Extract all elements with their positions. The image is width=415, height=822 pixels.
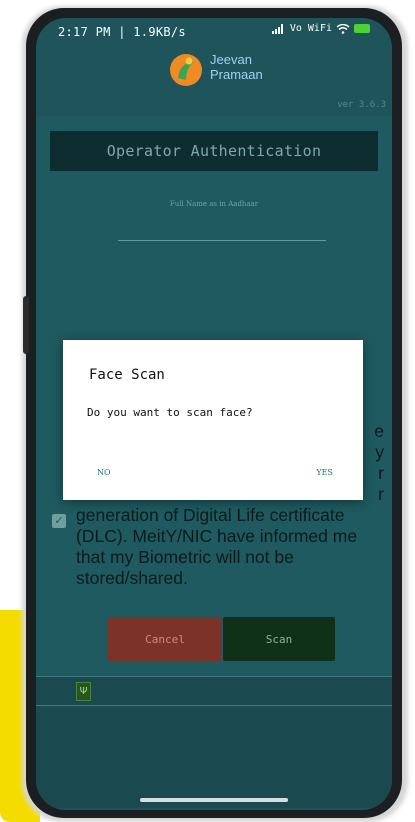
full-name-input[interactable] [118,240,326,241]
logo-line-1: Jeevan [210,52,252,67]
status-signal-text: Vo WiFi [289,23,332,34]
logo-line-2: Pramaan [210,67,263,82]
consent-line: generation of Digital Life certificate [76,505,345,525]
consent-line: that my Biometric will not be [76,547,294,567]
dialog-message: Do you want to scan face? [87,406,253,419]
full-name-label: Full Name as in Aadhaar [169,200,259,208]
face-scan-dialog: Face Scan Do you want to scan face? NO Y… [63,340,363,500]
signal-bars-icon [271,23,283,34]
dialog-title: Face Scan [89,367,165,383]
status-bar: 2:17 PM | 1.9KB/s Vo WiFi [36,18,392,46]
usb-icon: Ψ [76,682,91,701]
no-button[interactable]: NO [97,468,111,477]
divider [36,705,392,706]
status-left: 2:17 PM | 1.9KB/s [58,25,186,39]
status-right: Vo WiFi [271,23,370,34]
divider [36,676,392,677]
status-time: 2:17 PM [58,25,111,39]
logo-mark-icon [170,54,202,86]
status-data-speed: 1.9KB/s [133,25,186,39]
status-separator: | [118,25,126,39]
cancel-button[interactable]: Cancel [108,617,222,661]
wifi-icon [336,23,350,34]
phone-side-button [23,296,29,354]
consent-line: (DLC). MeitY/NIC have informed me [76,526,358,546]
battery-charging-icon [354,24,370,33]
app-logo: Jeevan Pramaan [168,50,288,90]
page-title: Operator Authentication [50,131,378,171]
consent-line: stored/shared. [76,568,188,588]
yes-button[interactable]: YES [316,468,333,477]
checkbox-checked-icon[interactable]: ✓ [52,514,66,528]
logo-text: Jeevan Pramaan [210,52,263,82]
phone-screen: 2:17 PM | 1.9KB/s Vo WiFi Jeevan Pramaan… [36,18,392,810]
app-version: ver 3.6.3 [337,100,386,110]
home-indicator[interactable] [140,798,288,802]
scan-button[interactable]: Scan [223,617,335,661]
